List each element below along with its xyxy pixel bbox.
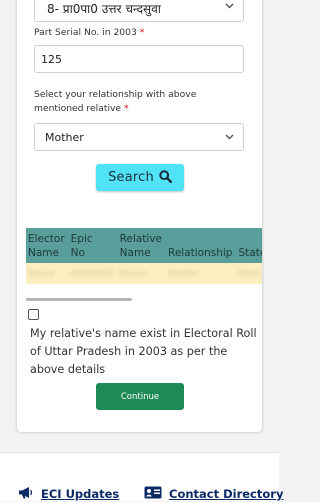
- redacted-cell: Name: [28, 268, 55, 279]
- redacted-cell: Uttar: [238, 268, 262, 279]
- required-mark: *: [139, 27, 145, 38]
- relationship-select-value: Mother: [45, 131, 84, 144]
- header-relationship: Relationship: [168, 247, 233, 259]
- serial-input-value: 125: [41, 53, 62, 66]
- relationship-select[interactable]: Mother: [34, 123, 244, 151]
- header-elector-name: Elector Name: [28, 233, 65, 259]
- footer-bar: ECI Updates Contact Directory: [0, 452, 283, 501]
- relationship-label: Select your relationship with above ment…: [34, 89, 197, 114]
- header-relative-name: Relative Name: [119, 233, 163, 259]
- chevron-down-icon: [225, 3, 234, 9]
- consent-checkbox[interactable]: [28, 309, 39, 320]
- header-state: State: [238, 247, 262, 259]
- assembly-select-value: 8- प्रा0पा0 उत्तर चन्दसुवा: [47, 2, 161, 16]
- redacted-cell: Mother: [168, 268, 200, 279]
- table-horizontal-scrollbar[interactable]: [26, 298, 132, 301]
- continue-button[interactable]: Continue: [96, 383, 184, 410]
- serial-input[interactable]: 125: [34, 45, 244, 73]
- table-row: Name ABM0000 Name Mother Uttar: [26, 263, 262, 284]
- search-icon: [159, 168, 172, 187]
- redacted-cell: Name: [119, 268, 147, 279]
- results-table: Elector Name Epic No Relative Name Relation…: [26, 228, 262, 284]
- consent-text: My relative's name exist in Electoral Ro…: [30, 327, 257, 376]
- header-epic-no: Epic No: [70, 233, 93, 259]
- results-table-container[interactable]: Elector Name Epic No Relative Name Relation…: [26, 228, 262, 292]
- assembly-select[interactable]: 8- प्रा0पा0 उत्तर चन्दसुवा: [34, 0, 244, 22]
- table-header-row: Elector Name Epic No Relative Name Relation…: [26, 228, 262, 263]
- search-button[interactable]: Search: [96, 164, 184, 191]
- serial-label: Part Serial No. in 2003 *: [34, 27, 145, 38]
- chevron-down-icon: [225, 134, 234, 140]
- redacted-cell: ABM0000: [70, 268, 114, 279]
